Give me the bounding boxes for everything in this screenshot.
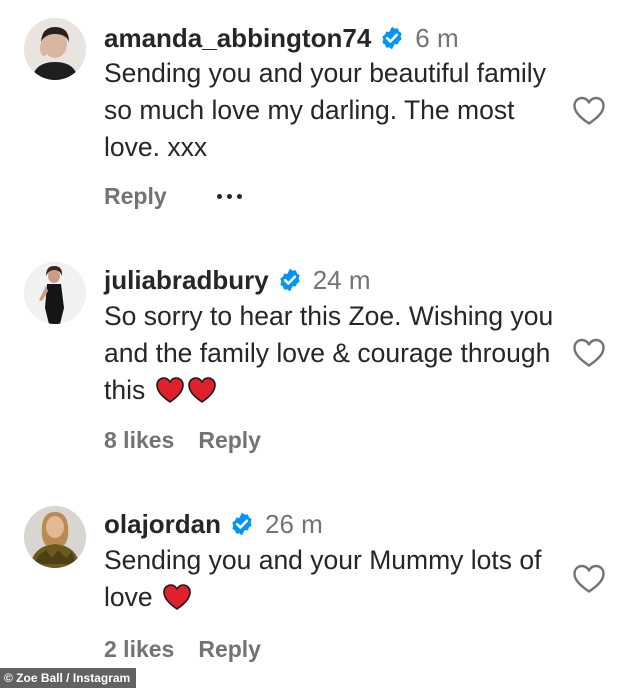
- red-heart-icon: [155, 376, 185, 404]
- comment-header: amanda_abbington74 6 m: [104, 21, 459, 55]
- comment-text: So sorry to hear this Zoe. Wishing you a…: [104, 298, 554, 409]
- photo-credit: © Zoe Ball / Instagram: [0, 668, 137, 688]
- username[interactable]: juliabradbury: [104, 265, 269, 296]
- timestamp[interactable]: 6 m: [415, 23, 458, 54]
- username[interactable]: olajordan: [104, 509, 221, 540]
- avatar-image: [24, 262, 86, 324]
- comment-text: Sending you and your beautiful family so…: [104, 58, 546, 162]
- avatar-image: [24, 18, 86, 80]
- timestamp[interactable]: 24 m: [313, 265, 371, 296]
- comment-header: juliabradbury 24 m: [104, 263, 371, 297]
- comment-text: Sending you and your Mummy lots of love: [104, 542, 554, 616]
- avatar[interactable]: [24, 262, 86, 324]
- heart-outline-icon[interactable]: [572, 564, 606, 594]
- verified-badge-icon: [277, 267, 303, 293]
- reply-button[interactable]: Reply: [198, 636, 261, 663]
- red-heart-icon: [187, 376, 217, 404]
- comment-actions: 8 likes Reply: [104, 427, 261, 454]
- username[interactable]: amanda_abbington74: [104, 23, 371, 54]
- comment-actions: Reply: [104, 183, 247, 210]
- heart-outline-icon[interactable]: [572, 96, 606, 126]
- verified-badge-icon: [229, 511, 255, 537]
- more-options-icon[interactable]: [216, 187, 247, 207]
- likes-count[interactable]: 8 likes: [104, 427, 174, 454]
- reply-button[interactable]: Reply: [104, 183, 167, 210]
- reply-button[interactable]: Reply: [198, 427, 261, 454]
- comment-header: olajordan 26 m: [104, 507, 323, 541]
- avatar-image: [24, 506, 86, 568]
- avatar[interactable]: [24, 506, 86, 568]
- red-heart-icon: [162, 583, 192, 611]
- verified-badge-icon: [379, 25, 405, 51]
- likes-count[interactable]: 2 likes: [104, 636, 174, 663]
- comment-actions: 2 likes Reply: [104, 636, 261, 663]
- timestamp[interactable]: 26 m: [265, 509, 323, 540]
- avatar[interactable]: [24, 18, 86, 80]
- heart-outline-icon[interactable]: [572, 338, 606, 368]
